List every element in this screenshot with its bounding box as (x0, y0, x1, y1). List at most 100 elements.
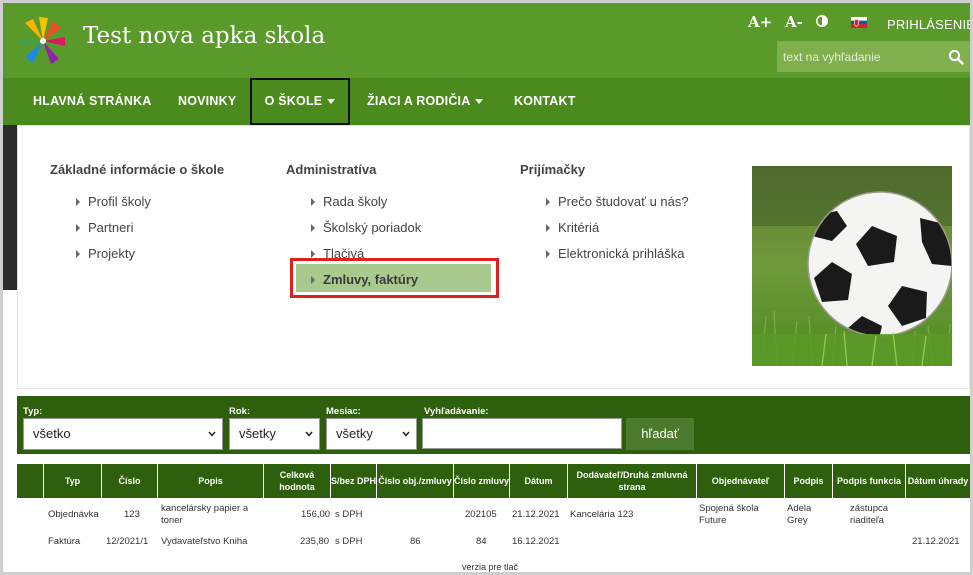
menu-item-school-rules[interactable]: Školský poriadok (311, 220, 421, 235)
main-nav: HLAVNÁ STRÁNKA NOVINKY O ŠKOLE ŽIACI A R… (3, 78, 970, 125)
triangle-right-icon (76, 197, 80, 206)
cell-signature: Adela Grey (787, 503, 812, 526)
nav-item-label: NOVINKY (178, 94, 237, 108)
triangle-right-icon (546, 197, 550, 206)
cell-contract-number: 202105 (465, 509, 497, 520)
nav-item-pupils-parents[interactable]: ŽIACI A RODIČIA (367, 78, 484, 125)
cell-total: 235,80 (300, 536, 330, 547)
print-version-link[interactable]: verzia pre tlač (462, 562, 518, 572)
menu-item-school-board[interactable]: Rada školy (311, 194, 387, 209)
school-logo-icon[interactable] (17, 15, 69, 67)
cell-payment-date: 21.12.2021 (912, 536, 960, 547)
menu-item-profile[interactable]: Profil školy (76, 194, 151, 209)
table-column-header[interactable]: Číslo zmluvy (454, 464, 510, 498)
caret-down-icon (475, 99, 484, 105)
cell-date: 21.12.2021 (512, 509, 560, 520)
search-icon[interactable] (948, 49, 964, 65)
nav-item-label: KONTAKT (514, 94, 576, 108)
header-search-input[interactable] (777, 41, 937, 72)
font-increase-button[interactable]: A+ (748, 13, 772, 31)
menu-item-label: Partneri (88, 220, 134, 235)
triangle-right-icon (311, 223, 315, 232)
nav-item-home[interactable]: HLAVNÁ STRÁNKA (33, 78, 152, 125)
menu-item-why-study[interactable]: Prečo študovať u nás? (546, 194, 689, 209)
chevron-down-icon (208, 431, 216, 437)
cell-supplier: Kancelária 123 (570, 509, 634, 520)
year-select[interactable]: všetky (229, 418, 320, 450)
chevron-down-icon (305, 431, 313, 437)
menu-item-label: Profil školy (88, 194, 151, 209)
cell-description: Vydavateľstvo Kniha (161, 536, 248, 547)
site-title[interactable]: Test nova apka skola (83, 23, 325, 49)
cell-total: 156,00 (301, 509, 331, 520)
table-column-header[interactable]: Typ (44, 464, 102, 498)
table-column-header[interactable]: Dátum úhrady (906, 464, 970, 498)
menu-item-label: Kritériá (558, 220, 600, 235)
search-filter-label: Vyhľadávanie: (424, 406, 489, 417)
table-column-header-blank (17, 464, 44, 498)
about-school-dropdown: Základné informácie o škole Profil školy… (17, 125, 970, 389)
browser-frame: Test nova apka skola A+ A- PRIHLÁSENIE H… (0, 0, 973, 575)
table-column-header[interactable]: Dodávateľ/Druhá zmluvná strana (568, 464, 697, 498)
table-column-header[interactable]: Dátum (510, 464, 568, 498)
triangle-right-icon (546, 249, 550, 258)
triangle-right-icon (76, 249, 80, 258)
cell-order-number: 86 (410, 536, 421, 547)
table-column-header[interactable]: S/bez DPH (331, 464, 377, 498)
cell-type: Objednávka (48, 509, 99, 520)
menu-item-partners[interactable]: Partneri (76, 220, 134, 235)
nav-item-label: ŽIACI A RODIČIA (367, 94, 471, 108)
menu-item-label: Rada školy (323, 194, 388, 209)
login-link[interactable]: PRIHLÁSENIE (887, 17, 970, 32)
cell-date: 16.12.2021 (512, 536, 560, 547)
cell-orderer: Spojená škola Future (699, 503, 759, 526)
year-select-value: všetky (239, 426, 276, 441)
site-header: Test nova apka skola A+ A- PRIHLÁSENIE (3, 3, 970, 78)
cell-type: Faktúra (48, 536, 81, 547)
nav-item-label: HLAVNÁ STRÁNKA (33, 94, 152, 108)
cell-number: 12/2021/1 (106, 536, 149, 547)
menu-item-online-application[interactable]: Elektronická prihláška (546, 246, 684, 261)
table-column-header[interactable]: Celková hodnota (264, 464, 331, 498)
table-column-header[interactable]: Číslo obj./zmluvy (377, 464, 454, 498)
month-filter-label: Mesiac: (326, 406, 361, 417)
type-select[interactable]: všetko (23, 418, 223, 450)
month-select[interactable]: všetky (326, 418, 417, 450)
nav-item-about-school[interactable]: O ŠKOLE (250, 78, 350, 125)
cell-signature-role: zástupca riaditeľa (850, 503, 889, 526)
contrast-icon[interactable] (816, 15, 828, 27)
triangle-right-icon (311, 249, 315, 258)
font-decrease-button[interactable]: A- (785, 13, 803, 31)
menu-item-label: Projekty (88, 246, 135, 261)
table-column-header[interactable]: Objednávateľ (697, 464, 785, 498)
year-filter-label: Rok: (229, 406, 251, 417)
cell-vat: s DPH (335, 536, 363, 547)
table-column-header[interactable]: Podpis funkcia (833, 464, 906, 498)
background-slider-edge (3, 125, 17, 290)
menu-item-label: Elektronická prihláška (558, 246, 685, 261)
type-filter-label: Typ: (23, 406, 43, 417)
cell-number: 123 (124, 509, 140, 520)
chevron-down-icon (402, 431, 410, 437)
month-select-value: všetky (336, 426, 373, 441)
cell-contract-number: 84 (476, 536, 487, 547)
triangle-right-icon (546, 223, 550, 232)
dropdown-column-title: Administratíva (286, 162, 377, 177)
triangle-right-icon (76, 223, 80, 232)
nav-item-news[interactable]: NOVINKY (178, 78, 236, 125)
header-search (777, 41, 970, 72)
cell-vat: s DPH (335, 509, 363, 520)
menu-item-criteria[interactable]: Kritériá (546, 220, 599, 235)
table-column-header[interactable]: Podpis (785, 464, 833, 498)
highlight-annotation-box (290, 258, 499, 298)
menu-item-label: Školský poriadok (323, 220, 422, 235)
menu-item-projects[interactable]: Projekty (76, 246, 135, 261)
table-column-header[interactable]: Popis (158, 464, 264, 498)
nav-item-label: O ŠKOLE (264, 94, 323, 108)
nav-item-contact[interactable]: KONTAKT (514, 78, 576, 125)
search-submit-button[interactable]: hľadať (626, 418, 694, 450)
slovak-flag-icon[interactable] (851, 17, 867, 28)
table-column-header[interactable]: Číslo (102, 464, 158, 498)
table-search-input[interactable] (422, 418, 622, 449)
table-header: Typ Číslo Popis Celková hodnota S/bez DP… (17, 464, 970, 498)
